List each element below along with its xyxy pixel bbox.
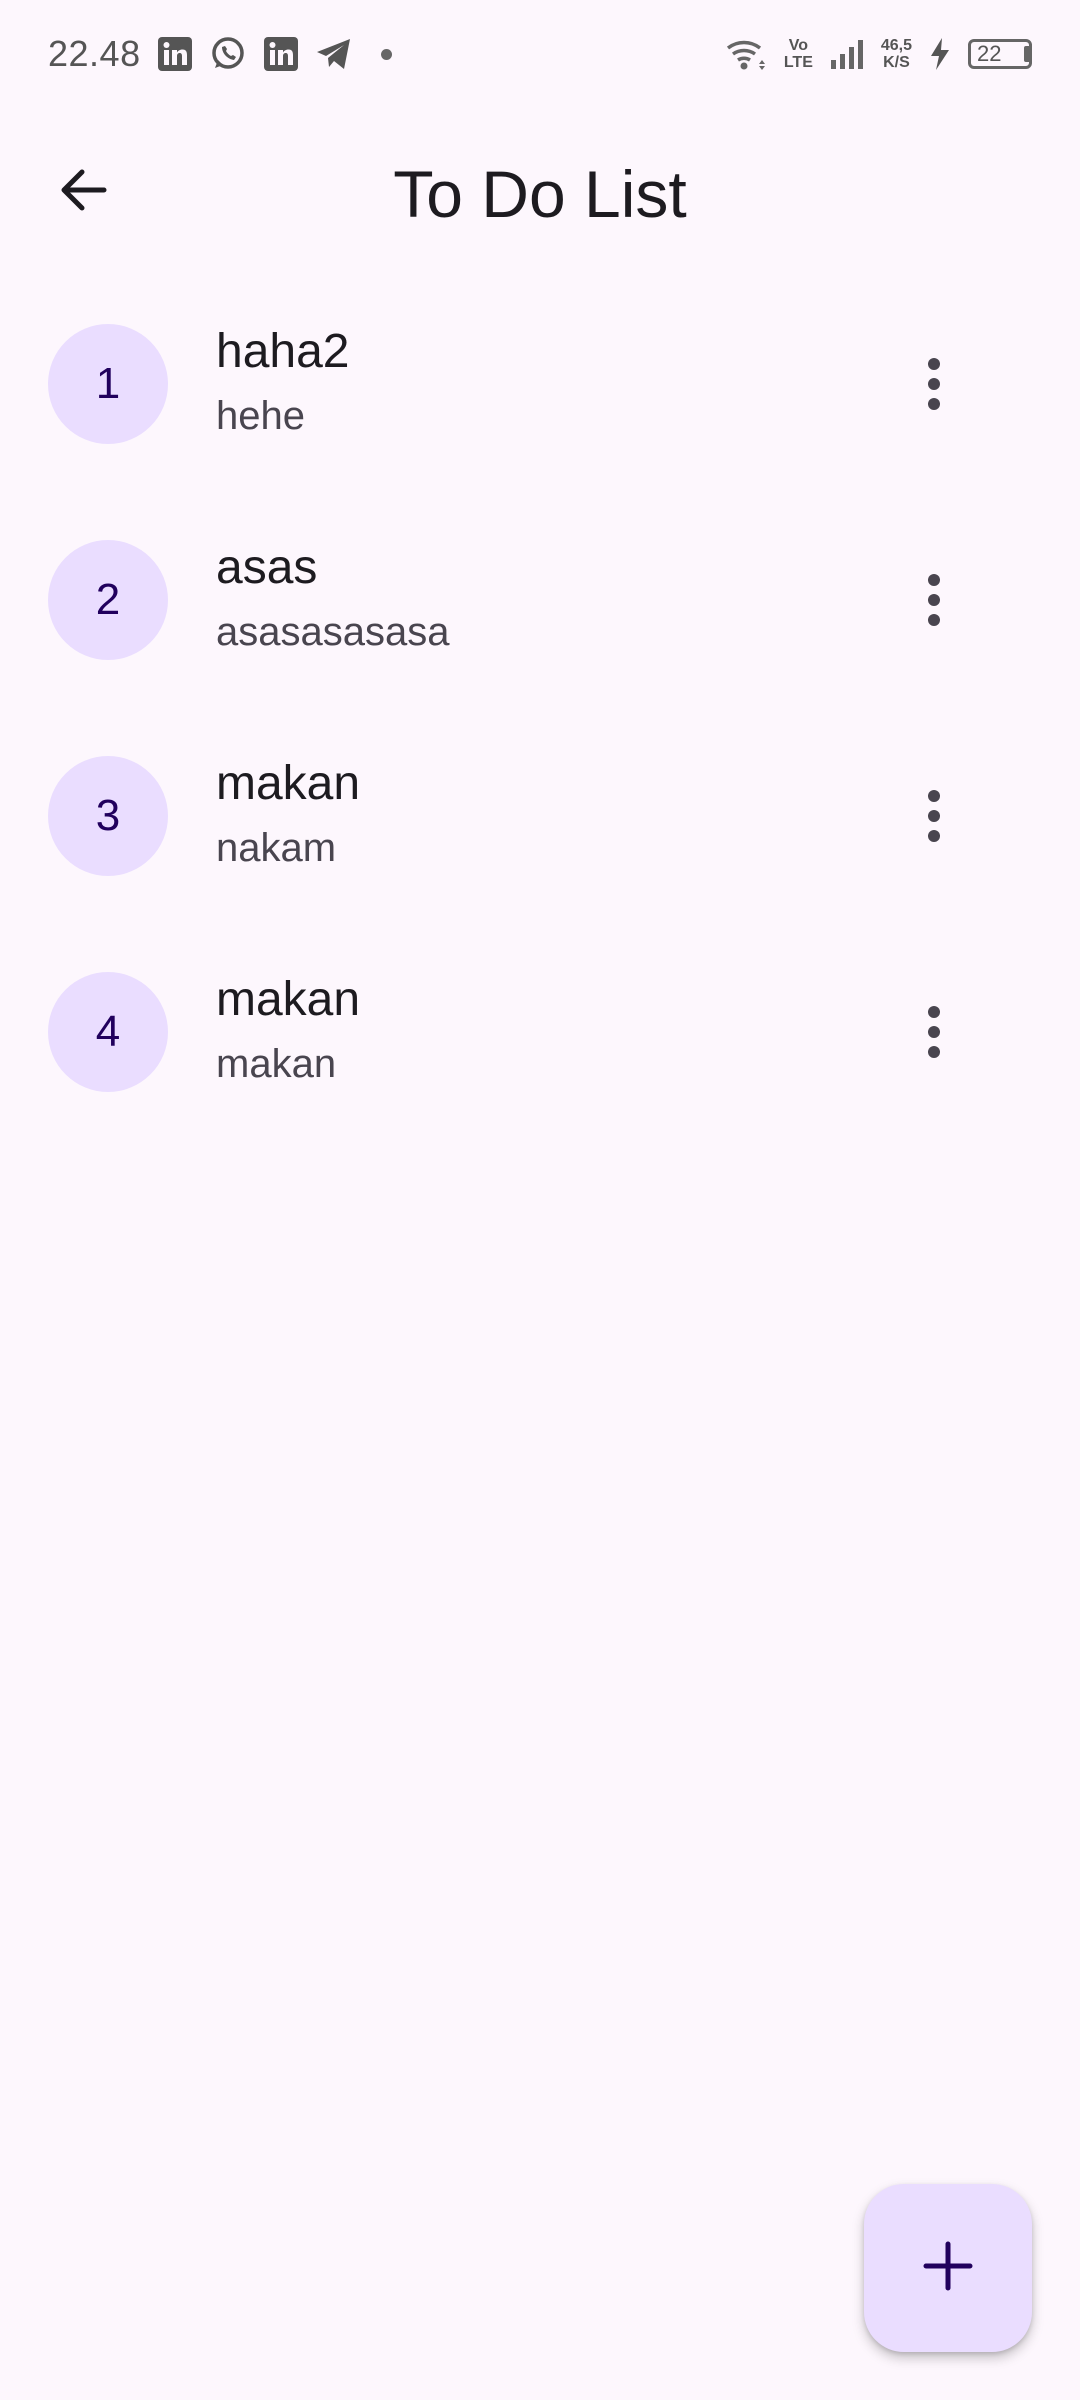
- todo-item[interactable]: 4 makan makan: [0, 948, 1080, 1164]
- whatsapp-icon: [209, 35, 247, 73]
- more-vert-icon: [928, 1006, 940, 1058]
- todo-subtitle: makan: [216, 1042, 337, 1086]
- todo-item[interactable]: 1 haha2 hehe: [0, 300, 1080, 516]
- battery-icon: 22: [968, 39, 1032, 69]
- todo-index-avatar: 4: [48, 972, 168, 1092]
- status-time: 22.48: [48, 33, 141, 74]
- todo-index-avatar: 3: [48, 756, 168, 876]
- todo-subtitle: nakam: [216, 826, 337, 870]
- more-options-button[interactable]: [890, 340, 978, 428]
- signal-icon: [829, 38, 865, 70]
- todo-list: 1 haha2 hehe 2 asas asasasasasa 3 makan …: [0, 300, 1080, 1164]
- net-speed: 46,5 K/S: [881, 37, 912, 71]
- status-bar-right: Vo LTE 46,5 K/S 22: [724, 36, 1032, 72]
- todo-title: makan: [216, 973, 361, 1026]
- page-title: To Do List: [393, 157, 687, 231]
- todo-index-avatar: 1: [48, 324, 168, 444]
- more-options-button[interactable]: [890, 556, 978, 644]
- add-todo-button[interactable]: [864, 2184, 1032, 2352]
- plus-icon: [920, 2238, 976, 2299]
- app-bar: To Do List: [0, 108, 1080, 276]
- more-options-button[interactable]: [890, 772, 978, 860]
- todo-title: asas: [216, 541, 318, 594]
- telegram-icon: [315, 37, 353, 71]
- status-bar-left: 22.48: [48, 33, 392, 75]
- todo-title: makan: [216, 757, 361, 810]
- notification-dot-icon: [380, 48, 392, 60]
- more-vert-icon: [928, 574, 940, 626]
- todo-item[interactable]: 2 asas asasasasasa: [0, 516, 1080, 732]
- linkedin-icon: [263, 36, 299, 72]
- wifi-icon: [724, 36, 768, 72]
- todo-title: haha2: [216, 325, 350, 378]
- more-options-button[interactable]: [890, 988, 978, 1076]
- linkedin-icon: [157, 36, 193, 72]
- todo-item[interactable]: 3 makan nakam: [0, 732, 1080, 948]
- net-speed-unit: K/S: [883, 54, 910, 71]
- more-vert-icon: [928, 358, 940, 410]
- todo-subtitle: asasasasasa: [216, 610, 450, 654]
- todo-subtitle: hehe: [216, 394, 305, 438]
- volte-icon: Vo LTE: [784, 37, 813, 71]
- todo-index-avatar: 2: [48, 540, 168, 660]
- charging-icon: [928, 36, 952, 72]
- net-speed-value: 46,5: [880, 37, 912, 54]
- battery-level: 22: [977, 41, 1002, 66]
- more-vert-icon: [928, 790, 940, 842]
- status-bar: 22.48 Vo LTE 46,5 K/S 22: [0, 0, 1080, 108]
- volte-bottom-text: LTE: [783, 54, 813, 71]
- volte-top-text: Vo: [788, 37, 808, 54]
